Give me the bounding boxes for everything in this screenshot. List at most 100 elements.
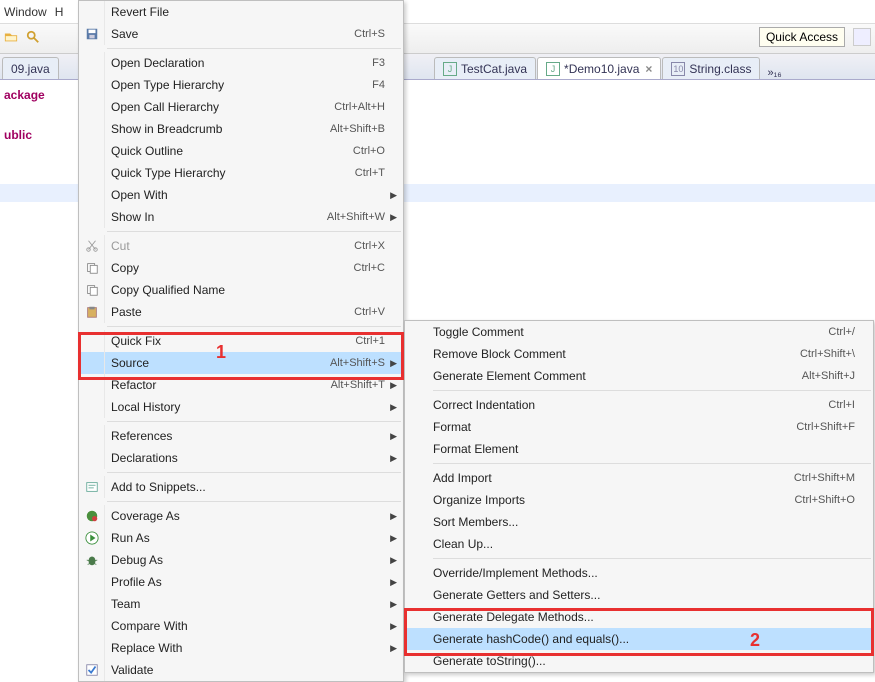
menu-item-quick-outline[interactable]: Quick OutlineCtrl+O xyxy=(79,140,403,162)
menu-item-declarations[interactable]: Declarations▶ xyxy=(79,447,403,469)
menu-item-coverage-as[interactable]: Coverage As▶ xyxy=(79,505,403,527)
menu-label: Validate xyxy=(105,663,403,677)
menu-item-open-with[interactable]: Open With▶ xyxy=(79,184,403,206)
menu-item-format-element[interactable]: Format Element xyxy=(405,438,873,460)
tab-left[interactable]: 09.java xyxy=(2,57,59,79)
menu-label: Paste xyxy=(105,305,354,319)
menu-item-generate-getters-and-setters[interactable]: Generate Getters and Setters... xyxy=(405,584,873,606)
menu-item-show-in-breadcrumb[interactable]: Show in BreadcrumbAlt+Shift+B xyxy=(79,118,403,140)
menu-item-open-call-hierarchy[interactable]: Open Call HierarchyCtrl+Alt+H xyxy=(79,96,403,118)
copy-icon xyxy=(79,279,105,301)
tab-demo10[interactable]: J*Demo10.java× xyxy=(537,57,661,79)
menu-label: Add to Snippets... xyxy=(105,480,403,494)
menu-item-add-import[interactable]: Add ImportCtrl+Shift+M xyxy=(405,467,873,489)
menu-item-open-type-hierarchy[interactable]: Open Type HierarchyF4 xyxy=(79,74,403,96)
submenu-arrow-icon: ▶ xyxy=(390,643,397,654)
menu-item-add-to-snippets[interactable]: Add to Snippets... xyxy=(79,476,403,498)
menu-item-run-as[interactable]: Run As▶ xyxy=(79,527,403,549)
menu-item-team[interactable]: Team▶ xyxy=(79,593,403,615)
menu-item-organize-imports[interactable]: Organize ImportsCtrl+Shift+O xyxy=(405,489,873,511)
menu-shortcut: Ctrl+/ xyxy=(828,326,873,338)
blank-icon xyxy=(79,140,105,162)
menu-item-references[interactable]: References▶ xyxy=(79,425,403,447)
menu-shortcut: Ctrl+I xyxy=(828,399,873,411)
menu-item-clean-up[interactable]: Clean Up... xyxy=(405,533,873,555)
menu-item-sort-members[interactable]: Sort Members... xyxy=(405,511,873,533)
menu-label: Copy xyxy=(105,261,354,275)
menu-item-debug-as[interactable]: Debug As▶ xyxy=(79,549,403,571)
menu-label: Cut xyxy=(105,239,354,253)
menu-item-show-in[interactable]: Show InAlt+Shift+W▶ xyxy=(79,206,403,228)
search-icon[interactable] xyxy=(26,30,44,48)
submenu-arrow-icon: ▶ xyxy=(390,358,397,369)
blank-icon xyxy=(79,374,105,396)
submenu-arrow-icon: ▶ xyxy=(390,555,397,566)
menu-item-paste[interactable]: PasteCtrl+V xyxy=(79,301,403,323)
paste-icon xyxy=(79,301,105,323)
menu-item-generate-hashcode-and-equals[interactable]: Generate hashCode() and equals()... xyxy=(405,628,873,650)
menu-item-compare-with[interactable]: Compare With▶ xyxy=(79,615,403,637)
menu-item-local-history[interactable]: Local History▶ xyxy=(79,396,403,418)
menu-item-quick-fix[interactable]: Quick FixCtrl+1 xyxy=(79,330,403,352)
check-icon xyxy=(79,659,105,681)
menu-shortcut: Ctrl+C xyxy=(354,262,403,274)
menu-item-open-declaration[interactable]: Open DeclarationF3 xyxy=(79,52,403,74)
submenu-arrow-icon: ▶ xyxy=(390,453,397,464)
menu-item-source[interactable]: SourceAlt+Shift+S▶ xyxy=(79,352,403,374)
menu-label: Override/Implement Methods... xyxy=(427,566,873,580)
menu-item-generate-element-comment[interactable]: Generate Element CommentAlt+Shift+J xyxy=(405,365,873,387)
perspective-icon[interactable] xyxy=(853,28,871,46)
menu-label: Open With xyxy=(105,188,403,202)
menu-label: Remove Block Comment xyxy=(427,347,800,361)
tab-label: String.class xyxy=(689,62,751,76)
menu-item-quick-type-hierarchy[interactable]: Quick Type HierarchyCtrl+T xyxy=(79,162,403,184)
quick-access[interactable]: Quick Access xyxy=(759,27,845,47)
tabs-overflow[interactable]: »₁₆ xyxy=(761,67,787,79)
menu-shortcut: Ctrl+T xyxy=(355,167,403,179)
keyword: ackage xyxy=(4,88,45,102)
menu-shortcut: F4 xyxy=(372,79,403,91)
open-icon[interactable] xyxy=(4,30,22,48)
menu-item-remove-block-comment[interactable]: Remove Block CommentCtrl+Shift+\ xyxy=(405,343,873,365)
blank-icon xyxy=(79,74,105,96)
menu-item-format[interactable]: FormatCtrl+Shift+F xyxy=(405,416,873,438)
menu-help[interactable]: H xyxy=(55,5,64,19)
menu-label: Replace With xyxy=(105,641,403,655)
menu-label: Save xyxy=(105,27,354,41)
menu-shortcut: Alt+Shift+B xyxy=(330,123,403,135)
menu-label: Generate hashCode() and equals()... xyxy=(427,632,873,646)
menu-item-replace-with[interactable]: Replace With▶ xyxy=(79,637,403,659)
tab-testcat[interactable]: JTestCat.java xyxy=(434,57,536,79)
menu-label: Quick Outline xyxy=(105,144,353,158)
menu-item-toggle-comment[interactable]: Toggle CommentCtrl+/ xyxy=(405,321,873,343)
menu-item-profile-as[interactable]: Profile As▶ xyxy=(79,571,403,593)
blank-icon xyxy=(79,52,105,74)
blank-icon xyxy=(79,118,105,140)
context-menu: Revert FileSaveCtrl+SOpen DeclarationF3O… xyxy=(78,0,404,682)
menu-label: Sort Members... xyxy=(427,515,873,529)
menu-item-refactor[interactable]: RefactorAlt+Shift+T▶ xyxy=(79,374,403,396)
menu-item-generate-delegate-methods[interactable]: Generate Delegate Methods... xyxy=(405,606,873,628)
menu-label: Refactor xyxy=(105,378,331,392)
blank-icon xyxy=(79,425,105,447)
menu-item-validate[interactable]: Validate xyxy=(79,659,403,681)
menu-item-save[interactable]: SaveCtrl+S xyxy=(79,23,403,45)
menu-item-cut[interactable]: CutCtrl+X xyxy=(79,235,403,257)
menu-label: References xyxy=(105,429,403,443)
menu-item-copy-qualified-name[interactable]: Copy Qualified Name xyxy=(79,279,403,301)
menu-item-generate-tostring[interactable]: Generate toString()... xyxy=(405,650,873,672)
blank-icon xyxy=(79,206,105,228)
menu-shortcut: Ctrl+S xyxy=(354,28,403,40)
menu-item-copy[interactable]: CopyCtrl+C xyxy=(79,257,403,279)
tab-string[interactable]: 10String.class xyxy=(662,57,760,79)
menu-item-revert-file[interactable]: Revert File xyxy=(79,1,403,23)
menu-item-override-implement-methods[interactable]: Override/Implement Methods... xyxy=(405,562,873,584)
menu-item-correct-indentation[interactable]: Correct IndentationCtrl+I xyxy=(405,394,873,416)
save-icon xyxy=(79,23,105,45)
menu-shortcut: Ctrl+X xyxy=(354,240,403,252)
tab-label: TestCat.java xyxy=(461,62,527,76)
menu-window[interactable]: Window xyxy=(4,5,47,19)
close-icon[interactable]: × xyxy=(645,62,652,76)
menu-label: Format xyxy=(427,420,796,434)
menu-label: Profile As xyxy=(105,575,403,589)
